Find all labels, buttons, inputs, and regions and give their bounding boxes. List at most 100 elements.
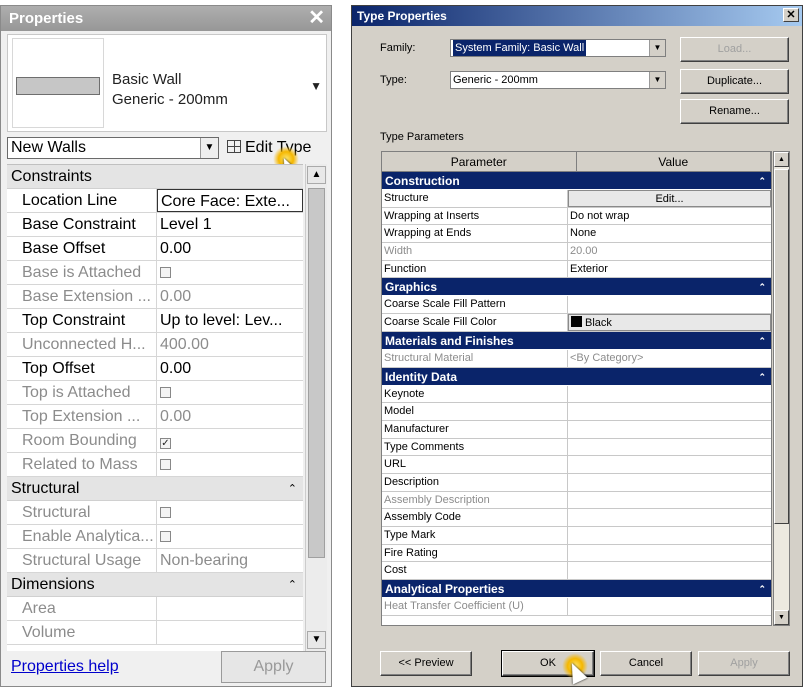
collapse-icon[interactable]: ⌃ <box>758 332 766 350</box>
scroll-down-arrow-icon[interactable]: ▼ <box>774 610 789 625</box>
parameter-row[interactable]: Description <box>382 473 771 492</box>
property-value[interactable]: Core Face: Exte... <box>157 189 303 212</box>
property-value[interactable]: 0.00 <box>157 357 303 380</box>
collapse-icon[interactable]: ⌃ <box>288 573 297 597</box>
parameter-value-button[interactable]: Edit... <box>568 190 771 207</box>
collapse-icon[interactable]: ⌃ <box>758 580 766 598</box>
value-column-header[interactable]: Value <box>577 152 771 171</box>
rename-button[interactable]: Rename... <box>680 99 789 124</box>
type-dropdown[interactable]: Generic - 200mm ▼ <box>450 71 666 89</box>
close-icon[interactable]: ✕ <box>308 7 325 29</box>
parameter-value[interactable]: Do not wrap <box>568 208 771 225</box>
property-value[interactable]: Up to level: Lev... <box>157 309 303 332</box>
parameter-value[interactable] <box>568 403 771 420</box>
scroll-thumb[interactable] <box>774 169 789 524</box>
parameter-value[interactable] <box>568 456 771 473</box>
scroll-up-arrow-icon[interactable]: ▲ <box>774 152 789 167</box>
group-header[interactable]: Dimensions ⌃ <box>7 573 303 597</box>
parameter-group-header[interactable]: Construction ⌃ <box>382 172 771 190</box>
property-row[interactable]: Volume <box>7 621 303 645</box>
table-scrollbar[interactable]: ▲ ▼ <box>773 151 790 626</box>
parameter-row[interactable]: Coarse Scale Fill Color Black <box>382 314 771 332</box>
property-row[interactable]: Top Constraint Up to level: Lev... <box>7 309 303 333</box>
apply-button[interactable]: Apply <box>698 651 790 676</box>
parameter-row[interactable]: Fire Rating <box>382 544 771 563</box>
collapse-icon[interactable]: ⌃ <box>758 172 766 190</box>
parameter-row[interactable]: Heat Transfer Coefficient (U) <box>382 598 771 616</box>
property-value[interactable]: Level 1 <box>157 213 303 236</box>
parameter-row[interactable]: Function Exterior <box>382 260 771 279</box>
parameter-value[interactable] <box>568 562 771 579</box>
type-selector[interactable]: Basic Wall Generic - 200mm ▼ <box>7 34 327 132</box>
collapse-icon[interactable]: ⌃ <box>758 278 766 296</box>
parameter-value[interactable] <box>568 509 771 526</box>
property-row[interactable]: Base Constraint Level 1 <box>7 213 303 237</box>
preview-button[interactable]: << Preview <box>380 651 472 676</box>
parameter-value[interactable] <box>568 474 771 491</box>
parameter-row[interactable]: Keynote <box>382 385 771 404</box>
parameter-row[interactable]: Structural Material <By Category> <box>382 349 771 368</box>
scroll-down-arrow-icon[interactable]: ▼ <box>307 631 326 649</box>
collapse-icon[interactable]: ⌃ <box>288 477 297 501</box>
parameter-row[interactable]: URL <box>382 456 771 474</box>
property-row[interactable]: Base Extension ... 0.00 <box>7 285 303 309</box>
parameter-row[interactable]: Manufacturer <box>382 420 771 439</box>
parameter-group-header[interactable]: Analytical Properties ⌃ <box>382 580 771 599</box>
parameter-value-button[interactable]: Black <box>568 314 771 331</box>
chevron-down-icon[interactable]: ▼ <box>310 79 322 93</box>
group-header[interactable]: Constraints <box>7 165 303 189</box>
parameter-value[interactable]: Exterior <box>568 261 771 278</box>
parameter-value[interactable] <box>568 527 771 544</box>
parameter-value[interactable] <box>568 386 771 403</box>
property-row[interactable]: Location Line Core Face: Exte... <box>7 189 303 213</box>
chevron-down-icon[interactable]: ▼ <box>200 138 218 158</box>
scroll-up-arrow-icon[interactable]: ▲ <box>307 166 326 184</box>
dialog-title-bar[interactable]: Type Properties ✕ <box>352 6 802 26</box>
close-icon[interactable]: ✕ <box>783 8 799 22</box>
parameter-group-header[interactable]: Identity Data ⌃ <box>382 367 771 386</box>
parameter-group-header[interactable]: Graphics ⌃ <box>382 278 771 297</box>
parameter-column-header[interactable]: Parameter <box>382 152 577 171</box>
property-row[interactable]: Base Offset 0.00 <box>7 237 303 261</box>
parameter-value[interactable] <box>568 545 771 562</box>
scroll-thumb[interactable] <box>308 188 325 558</box>
property-row[interactable]: Base is Attached <box>7 261 303 285</box>
parameter-row[interactable]: Type Mark <box>382 527 771 545</box>
property-row[interactable]: Related to Mass <box>7 453 303 477</box>
cancel-button[interactable]: Cancel <box>600 651 692 676</box>
parameter-row[interactable]: Assembly Description <box>382 491 771 510</box>
parameter-value[interactable] <box>568 439 771 456</box>
collapse-icon[interactable]: ⌃ <box>758 368 766 386</box>
chevron-down-icon[interactable]: ▼ <box>649 40 665 56</box>
parameter-row[interactable]: Coarse Scale Fill Pattern <box>382 296 771 315</box>
properties-scrollbar[interactable]: ▲ ▼ <box>305 164 327 651</box>
parameter-group-header[interactable]: Materials and Finishes ⌃ <box>382 331 771 350</box>
property-row[interactable]: Room Bounding ✓ <box>7 429 303 453</box>
parameter-value[interactable] <box>568 296 771 313</box>
duplicate-button[interactable]: Duplicate... <box>680 69 789 94</box>
parameter-row[interactable]: Width 20.00 <box>382 243 771 261</box>
property-row[interactable]: Structural <box>7 501 303 525</box>
family-dropdown[interactable]: System Family: Basic Wall ▼ <box>450 39 666 57</box>
palette-title-bar[interactable]: Properties ✕ <box>1 6 331 31</box>
parameter-value[interactable]: None <box>568 225 771 242</box>
parameter-row[interactable]: Structure Edit... <box>382 190 771 208</box>
group-header[interactable]: Structural ⌃ <box>7 477 303 501</box>
property-row[interactable]: Enable Analytica... <box>7 525 303 549</box>
property-row[interactable]: Top is Attached <box>7 381 303 405</box>
property-value[interactable]: 0.00 <box>157 237 303 260</box>
property-row[interactable]: Top Offset 0.00 <box>7 357 303 381</box>
parameter-row[interactable]: Model <box>382 403 771 421</box>
parameter-row[interactable]: Wrapping at Ends None <box>382 225 771 244</box>
property-row[interactable]: Top Extension ... 0.00 <box>7 405 303 429</box>
property-row[interactable]: Unconnected H... 400.00 <box>7 333 303 357</box>
apply-button[interactable]: Apply <box>221 651 326 683</box>
parameter-row[interactable]: Cost <box>382 562 771 581</box>
load-button[interactable]: Load... <box>680 37 789 62</box>
parameter-row[interactable]: Assembly Code <box>382 509 771 527</box>
chevron-down-icon[interactable]: ▼ <box>649 72 665 88</box>
property-row[interactable]: Structural Usage Non-bearing <box>7 549 303 573</box>
property-row[interactable]: Area <box>7 597 303 621</box>
instance-filter-dropdown[interactable]: New Walls ▼ <box>7 137 219 159</box>
properties-help-link[interactable]: Properties help <box>11 658 119 676</box>
